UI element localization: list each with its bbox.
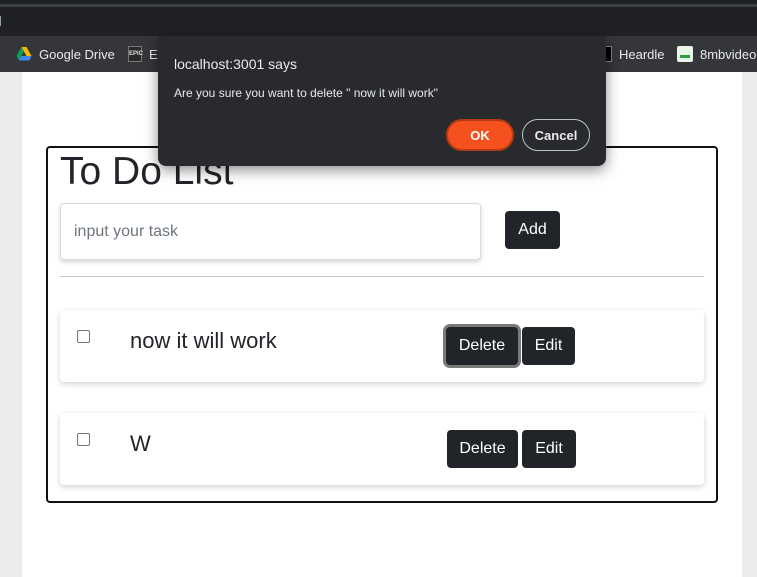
- tab-strip-edge: [0, 16, 1, 26]
- todo-item: [60, 413, 704, 485]
- epic-games-icon: EPIC: [128, 46, 143, 62]
- todo-item-text: now it will work: [130, 328, 277, 353]
- task-input[interactable]: [60, 203, 481, 260]
- todo-checkbox[interactable]: [77, 433, 90, 446]
- add-button[interactable]: Add: [505, 211, 560, 249]
- ok-button[interactable]: OK: [446, 119, 514, 151]
- cancel-button[interactable]: Cancel: [522, 119, 590, 151]
- todo-item-text: W: [130, 431, 151, 456]
- divider: [60, 276, 704, 277]
- 8mbvideo-icon: [677, 46, 693, 62]
- bookmark-8mbvideo[interactable]: 8mbvideo: [677, 36, 756, 72]
- delete-button[interactable]: Delete: [447, 430, 518, 468]
- dialog-message: Are you sure you want to delete " now it…: [174, 86, 438, 100]
- delete-button[interactable]: Delete: [446, 327, 518, 365]
- bookmark-label: 8mbvideo: [700, 46, 757, 62]
- bookmark-label: Heardle: [619, 46, 665, 62]
- browser-tab-strip: [0, 0, 757, 36]
- bookmark-google-drive[interactable]: Google Drive: [16, 36, 115, 72]
- edit-button[interactable]: Edit: [522, 327, 575, 365]
- edit-button[interactable]: Edit: [522, 430, 576, 468]
- tab-strip-line: [0, 4, 757, 7]
- todo-checkbox[interactable]: [77, 330, 90, 343]
- bookmark-heardle[interactable]: Heardle: [600, 36, 665, 72]
- dialog-title: localhost:3001 says: [174, 56, 297, 72]
- bookmark-label: Google Drive: [39, 46, 115, 62]
- google-drive-icon: [16, 46, 32, 62]
